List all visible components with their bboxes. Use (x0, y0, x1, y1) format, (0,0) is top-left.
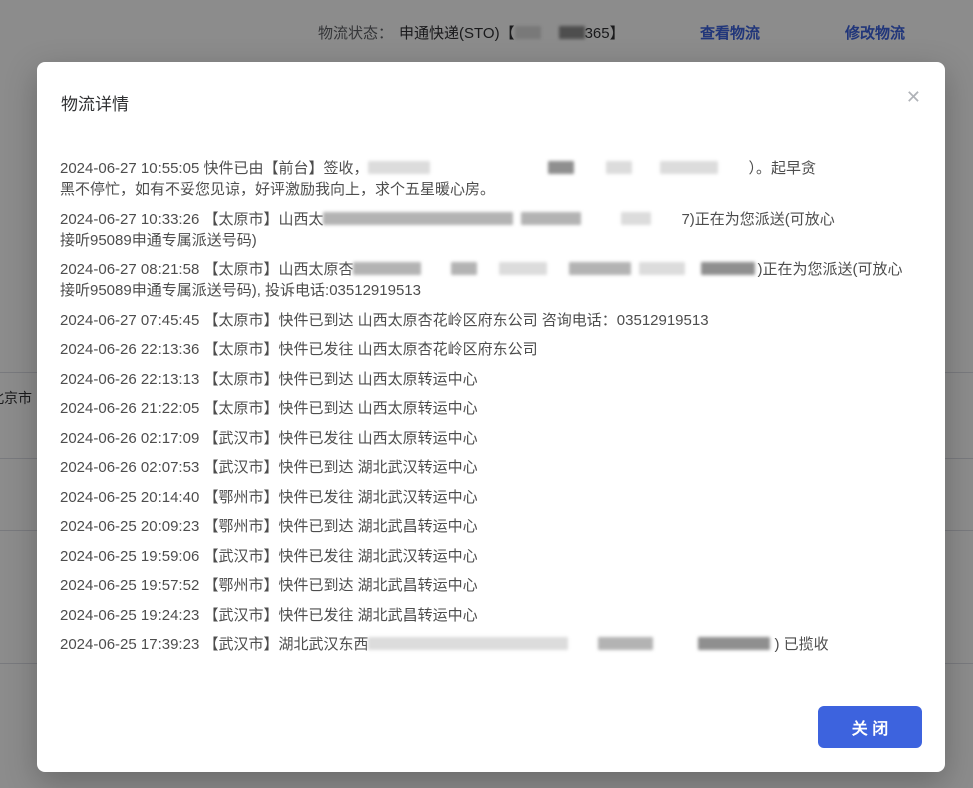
tracking-entry: 2024-06-27 10:55:05 快件已由【前台】签收， ）。起早贪黑不停忙… (60, 158, 922, 200)
tracking-entry: 2024-06-27 08:21:58 【太原市】山西太原杏 )正在为您派送(可放… (60, 259, 922, 301)
redacted-block (323, 212, 513, 225)
entry-text: 2024-06-26 22:13:13 【太原市】快件已到达 山西太原转运中心 (60, 371, 478, 388)
entry-text: 2024-06-26 21:22:05 【太原市】快件已到达 山西太原转运中心 (60, 400, 478, 417)
entry-text: 2024-06-27 10:55:05 快件已由【前台】签收， (60, 160, 368, 177)
close-button[interactable]: 关 闭 (818, 706, 922, 748)
tracking-entry: 2024-06-26 22:13:13 【太原市】快件已到达 山西太原转运中心 (60, 369, 922, 390)
entry-text: 2024-06-25 17:39:23 【武汉市】湖北武汉东西 (60, 636, 368, 653)
redacted-block (521, 212, 581, 225)
tracking-entry: 2024-06-26 02:07:53 【武汉市】快件已到达 湖北武汉转运中心 (60, 457, 922, 478)
tracking-entry: 2024-06-25 17:39:23 【武汉市】湖北武汉东西 ) 已揽收 (60, 634, 922, 655)
entry-text: 2024-06-27 10:33:26 【太原市】山西太 (60, 211, 323, 228)
logistics-detail-modal: 物流详情 ✕ 2024-06-27 10:55:05 快件已由【前台】签收， ）。… (37, 62, 945, 772)
tracking-entry: 2024-06-27 10:33:26 【太原市】山西太 7)正在为您派送(可放心… (60, 209, 922, 251)
redacted-block (698, 637, 770, 650)
redacted-block (451, 262, 477, 275)
entry-text: 2024-06-25 19:57:52 【鄂州市】快件已到达 湖北武昌转运中心 (60, 577, 478, 594)
redacted-block (621, 212, 651, 225)
redacted-block (368, 637, 568, 650)
modal-title: 物流详情 (61, 90, 129, 115)
entry-text: 接听95089申通专属派送号码), 投诉电话:03512919513 (60, 282, 421, 299)
tracking-entry: 2024-06-25 19:59:06 【武汉市】快件已发往 湖北武汉转运中心 (60, 546, 922, 567)
close-icon[interactable]: ✕ (906, 88, 921, 106)
entry-text: 2024-06-25 19:24:23 【武汉市】快件已发往 湖北武昌转运中心 (60, 607, 478, 624)
tracking-entry: 2024-06-26 22:13:36 【太原市】快件已发往 山西太原杏花岭区府… (60, 339, 922, 360)
redacted-block (639, 262, 685, 275)
redacted-block (499, 262, 547, 275)
entry-text: 2024-06-25 20:09:23 【鄂州市】快件已到达 湖北武昌转运中心 (60, 518, 478, 535)
entry-text: 接听95089申通专属派送号码) (60, 232, 257, 249)
entry-text: ) 已揽收 (774, 636, 828, 653)
tracking-entry: 2024-06-26 02:17:09 【武汉市】快件已发往 山西太原转运中心 (60, 428, 922, 449)
entry-text: 黑不停忙，如有不妥您见谅，好评激励我向上，求个五星暖心房。 (60, 181, 495, 198)
redacted-block (701, 262, 755, 275)
entry-text: 2024-06-27 08:21:58 【太原市】山西太原杏 (60, 261, 353, 278)
tracking-entry: 2024-06-25 20:14:40 【鄂州市】快件已发往 湖北武汉转运中心 (60, 487, 922, 508)
entry-text: ）。起早贪 (748, 160, 816, 177)
entry-text: 2024-06-25 19:59:06 【武汉市】快件已发往 湖北武汉转运中心 (60, 548, 478, 565)
entry-text: 7)正在为您派送(可放心 (681, 211, 834, 228)
redacted-block (606, 161, 632, 174)
redacted-block (569, 262, 631, 275)
entry-text: 2024-06-27 07:45:45 【太原市】快件已到达 山西太原杏花岭区府… (60, 312, 709, 329)
entry-text: 2024-06-26 02:07:53 【武汉市】快件已到达 湖北武汉转运中心 (60, 459, 478, 476)
tracking-entry: 2024-06-25 19:24:23 【武汉市】快件已发往 湖北武昌转运中心 (60, 605, 922, 626)
redacted-block (548, 161, 574, 174)
tracking-list: 2024-06-27 10:55:05 快件已由【前台】签收， ）。起早贪黑不停忙… (60, 158, 922, 664)
redacted-block (353, 262, 421, 275)
tracking-entry: 2024-06-25 19:57:52 【鄂州市】快件已到达 湖北武昌转运中心 (60, 575, 922, 596)
redacted-block (598, 637, 653, 650)
entry-text: 2024-06-25 20:14:40 【鄂州市】快件已发往 湖北武汉转运中心 (60, 489, 478, 506)
redacted-block (368, 161, 430, 174)
redacted-block (660, 161, 718, 174)
entry-text: 2024-06-26 02:17:09 【武汉市】快件已发往 山西太原转运中心 (60, 430, 478, 447)
entry-text: )正在为您派送(可放心 (757, 261, 902, 278)
tracking-entry: 2024-06-27 07:45:45 【太原市】快件已到达 山西太原杏花岭区府… (60, 310, 922, 331)
tracking-entry: 2024-06-25 20:09:23 【鄂州市】快件已到达 湖北武昌转运中心 (60, 516, 922, 537)
tracking-entry: 2024-06-26 21:22:05 【太原市】快件已到达 山西太原转运中心 (60, 398, 922, 419)
entry-text: 2024-06-26 22:13:36 【太原市】快件已发往 山西太原杏花岭区府… (60, 341, 538, 358)
